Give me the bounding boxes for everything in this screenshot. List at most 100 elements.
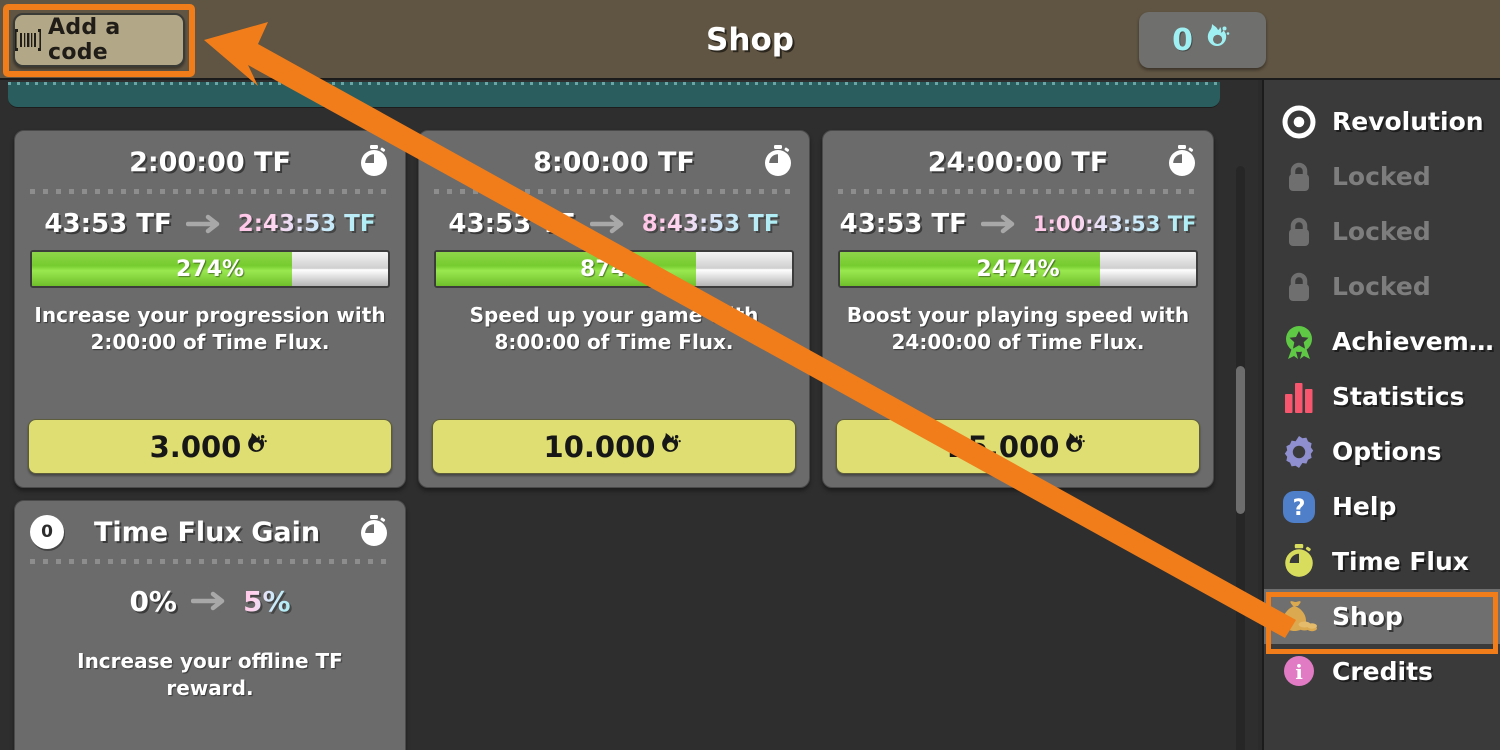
stopwatch-icon [1280, 543, 1318, 581]
card-value-delta: 0% 5% [28, 572, 392, 630]
currency-counter[interactable]: 0 [1139, 12, 1266, 68]
time-flux-orb-icon [1062, 432, 1088, 462]
sidebar-item-label: Options [1332, 437, 1442, 466]
value-before: 43:53 TF [839, 209, 967, 239]
card-header: 2:00:00 TF [28, 141, 392, 183]
card-divider [838, 189, 1198, 194]
sidebar-item-locked-3: Locked [1264, 259, 1500, 314]
sidebar-item-revolution[interactable]: Revolution [1264, 94, 1500, 149]
lock-icon [1280, 268, 1318, 306]
shop-card-grid: 2:00:00 TF 43:53 TF 2:43:53 TF 274% Incr… [14, 130, 1234, 750]
buy-price: 10.000 [543, 429, 656, 464]
progress-bar: 874% [434, 250, 794, 288]
card-divider [30, 189, 390, 194]
shop-screen: Add a code Shop 0 2:00:00 TF 43:53 TF 2:… [0, 0, 1500, 750]
buy-button[interactable]: 10.000 [432, 419, 796, 474]
sidebar-item-help[interactable]: ? Help [1264, 479, 1500, 534]
sidebar-item-shop[interactable]: Shop [1264, 589, 1500, 644]
sidebar-item-locked-1: Locked [1264, 149, 1500, 204]
progress-label: 2474% [976, 256, 1060, 282]
card-title: Time Flux Gain [93, 516, 321, 548]
progress-label: 274% [176, 256, 244, 282]
arrow-right-icon [185, 214, 224, 234]
buy-price: 3.000 [149, 429, 242, 464]
progress-bar: 2474% [838, 250, 1198, 288]
barcode-icon [15, 29, 41, 51]
value-after: 1:00:43:53 TF [1032, 212, 1197, 236]
sidebar-item-options[interactable]: Options [1264, 424, 1500, 479]
value-after: 5% [243, 584, 291, 618]
shop-item-card[interactable]: 8:00:00 TF 43:53 TF 8:43:53 TF 874% Spee… [418, 130, 810, 488]
svg-text:i: i [1295, 660, 1303, 684]
arrow-right-icon [980, 214, 1019, 234]
revolution-target-icon [1280, 103, 1318, 141]
sidebar-item-label: Achievem… [1332, 327, 1494, 356]
sidebar-item-label: Revolution [1332, 107, 1484, 136]
add-a-code-button[interactable]: Add a code [13, 13, 185, 67]
card-description: Increase your offline TF reward. [77, 649, 343, 700]
sidebar-item-label: Statistics [1332, 382, 1465, 411]
value-after: 8:43:53 TF [641, 211, 780, 237]
card-description: Increase your progression with 2:00:00 of… [34, 303, 386, 354]
sidebar-item-locked-2: Locked [1264, 204, 1500, 259]
money-bag-icon [1280, 598, 1318, 636]
shop-item-card[interactable]: 2:00:00 TF 43:53 TF 2:43:53 TF 274% Incr… [14, 130, 406, 488]
sidebar-item-label: Help [1332, 492, 1397, 521]
achievement-medal-icon [1280, 323, 1318, 361]
upgrade-card[interactable]: 0 Time Flux Gain 0% 5% Increase your off… [14, 500, 406, 750]
sidebar-item-statistics[interactable]: Statistics [1264, 369, 1500, 424]
arrow-right-icon [589, 214, 628, 234]
card-header: 8:00:00 TF [432, 141, 796, 183]
buy-button[interactable]: 25.000 [836, 419, 1200, 474]
shop-content: 2:00:00 TF 43:53 TF 2:43:53 TF 274% Incr… [0, 80, 1258, 750]
stopwatch-icon [356, 145, 390, 179]
sidebar-item-credits[interactable]: i Credits [1264, 644, 1500, 699]
question-mark-icon: ? [1280, 488, 1318, 526]
sidebar-item-label: Locked [1332, 217, 1431, 246]
content-scrollbar[interactable] [1236, 166, 1245, 750]
value-before: 0% [129, 584, 177, 618]
sidebar-item-time-flux[interactable]: Time Flux [1264, 534, 1500, 589]
bar-chart-icon [1280, 378, 1318, 416]
card-divider [434, 189, 794, 194]
gear-icon [1280, 433, 1318, 471]
value-before: 43:53 TF [44, 209, 172, 239]
time-flux-orb-icon [658, 432, 684, 462]
card-value-delta: 43:53 TF 1:00:43:53 TF [836, 202, 1200, 246]
add-a-code-label: Add a code [48, 15, 121, 65]
card-value-delta: 43:53 TF 2:43:53 TF [28, 202, 392, 246]
shop-item-card[interactable]: 24:00:00 TF 43:53 TF 1:00:43:53 TF 2474%… [822, 130, 1214, 488]
value-after: 2:43:53 TF [237, 211, 376, 237]
info-icon: i [1280, 653, 1318, 691]
app-header: Add a code Shop 0 [0, 0, 1500, 80]
card-title: 24:00:00 TF [927, 146, 1109, 178]
sidebar-item-label: Shop [1332, 602, 1403, 631]
value-before: 43:53 TF [448, 209, 576, 239]
sidebar-item-achievements[interactable]: Achievem… [1264, 314, 1500, 369]
sidebar-nav: Revolution Locked Locked Locked Achievem… [1262, 80, 1500, 750]
page-title: Shop [706, 22, 794, 58]
lock-icon [1280, 213, 1318, 251]
banner-dotted-edge [8, 82, 1220, 85]
progress-bar: 274% [30, 250, 390, 288]
card-header: 0 Time Flux Gain [28, 511, 392, 553]
buy-price: 25.000 [947, 429, 1060, 464]
card-header: 24:00:00 TF [836, 141, 1200, 183]
stopwatch-icon [356, 515, 390, 549]
top-banner-strip [8, 82, 1220, 108]
svg-text:?: ? [1293, 496, 1306, 521]
card-divider [30, 559, 390, 564]
stopwatch-icon [1164, 145, 1198, 179]
currency-value: 0 [1172, 22, 1193, 58]
sidebar-item-label: Credits [1332, 657, 1433, 686]
sidebar-item-label: Time Flux [1332, 547, 1469, 576]
lock-icon [1280, 158, 1318, 196]
sidebar-item-label: Locked [1332, 162, 1431, 191]
buy-button[interactable]: 3.000 [28, 419, 392, 474]
sidebar-item-label: Locked [1332, 272, 1431, 301]
stopwatch-icon [760, 145, 794, 179]
card-title: 2:00:00 TF [129, 146, 291, 178]
scrollbar-thumb[interactable] [1236, 366, 1245, 514]
card-description: Speed up your game with 8:00:00 of Time F… [469, 303, 759, 354]
time-flux-orb-icon [1203, 23, 1233, 57]
